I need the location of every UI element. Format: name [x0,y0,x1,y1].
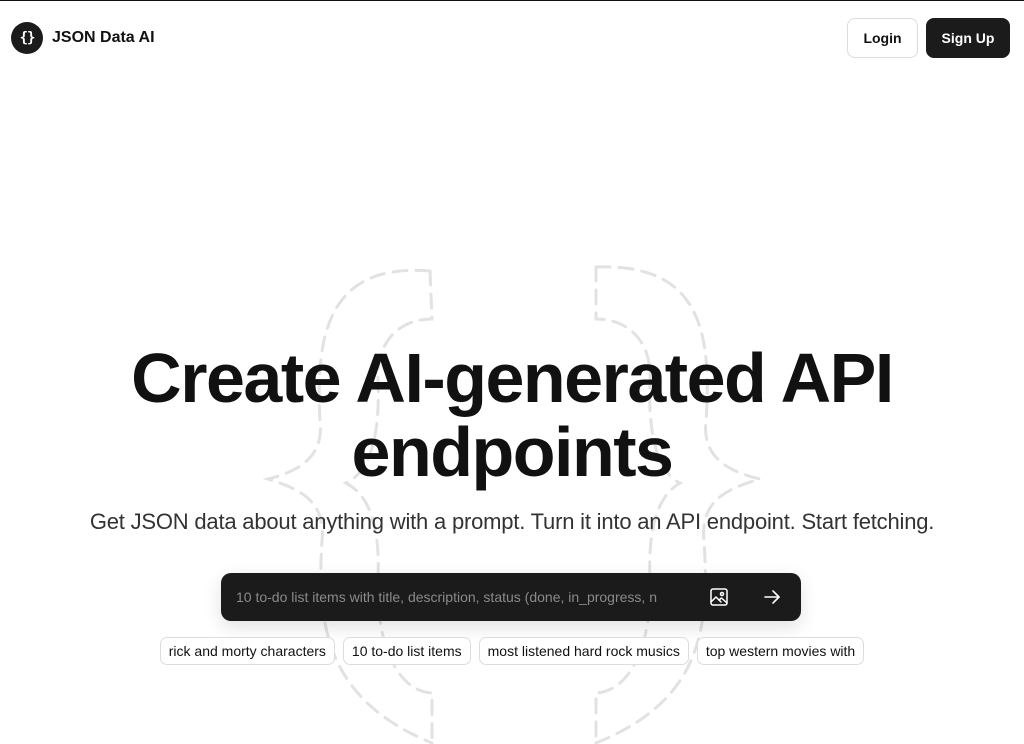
top-navbar: {} JSON Data AI Login Sign Up [0,1,1024,75]
image-upload-button[interactable] [702,579,736,615]
suggestion-chip[interactable]: rick and morty characters [159,637,335,665]
hero-subtitle: Get JSON data about anything with a prom… [89,509,935,534]
login-button[interactable]: Login [847,18,918,58]
prompt-bar [221,573,801,621]
send-button[interactable] [756,579,790,615]
curly-braces-icon: {} [11,22,43,54]
brand-name: JSON Data AI [52,29,155,46]
prompt-input[interactable] [236,582,678,612]
brand-home-link[interactable]: {} JSON Data AI [11,22,155,54]
hero-section: Create AI-generated API endpoints Get JS… [0,339,1024,534]
logo-glyph: {} [19,30,36,46]
signup-button[interactable]: Sign Up [926,18,1010,58]
suggestion-chip[interactable]: most listened hard rock musics [478,637,689,665]
image-upload-icon [710,588,728,606]
suggestion-chips: rick and morty characters 10 to-do list … [0,637,1024,665]
hero-title: Create AI-generated API endpoints [131,339,894,491]
suggestion-chip[interactable]: top western movies with [696,637,865,665]
auth-buttons: Login Sign Up [847,18,1010,58]
suggestion-chip[interactable]: 10 to-do list items [342,637,471,665]
arrow-right-icon [764,590,781,604]
